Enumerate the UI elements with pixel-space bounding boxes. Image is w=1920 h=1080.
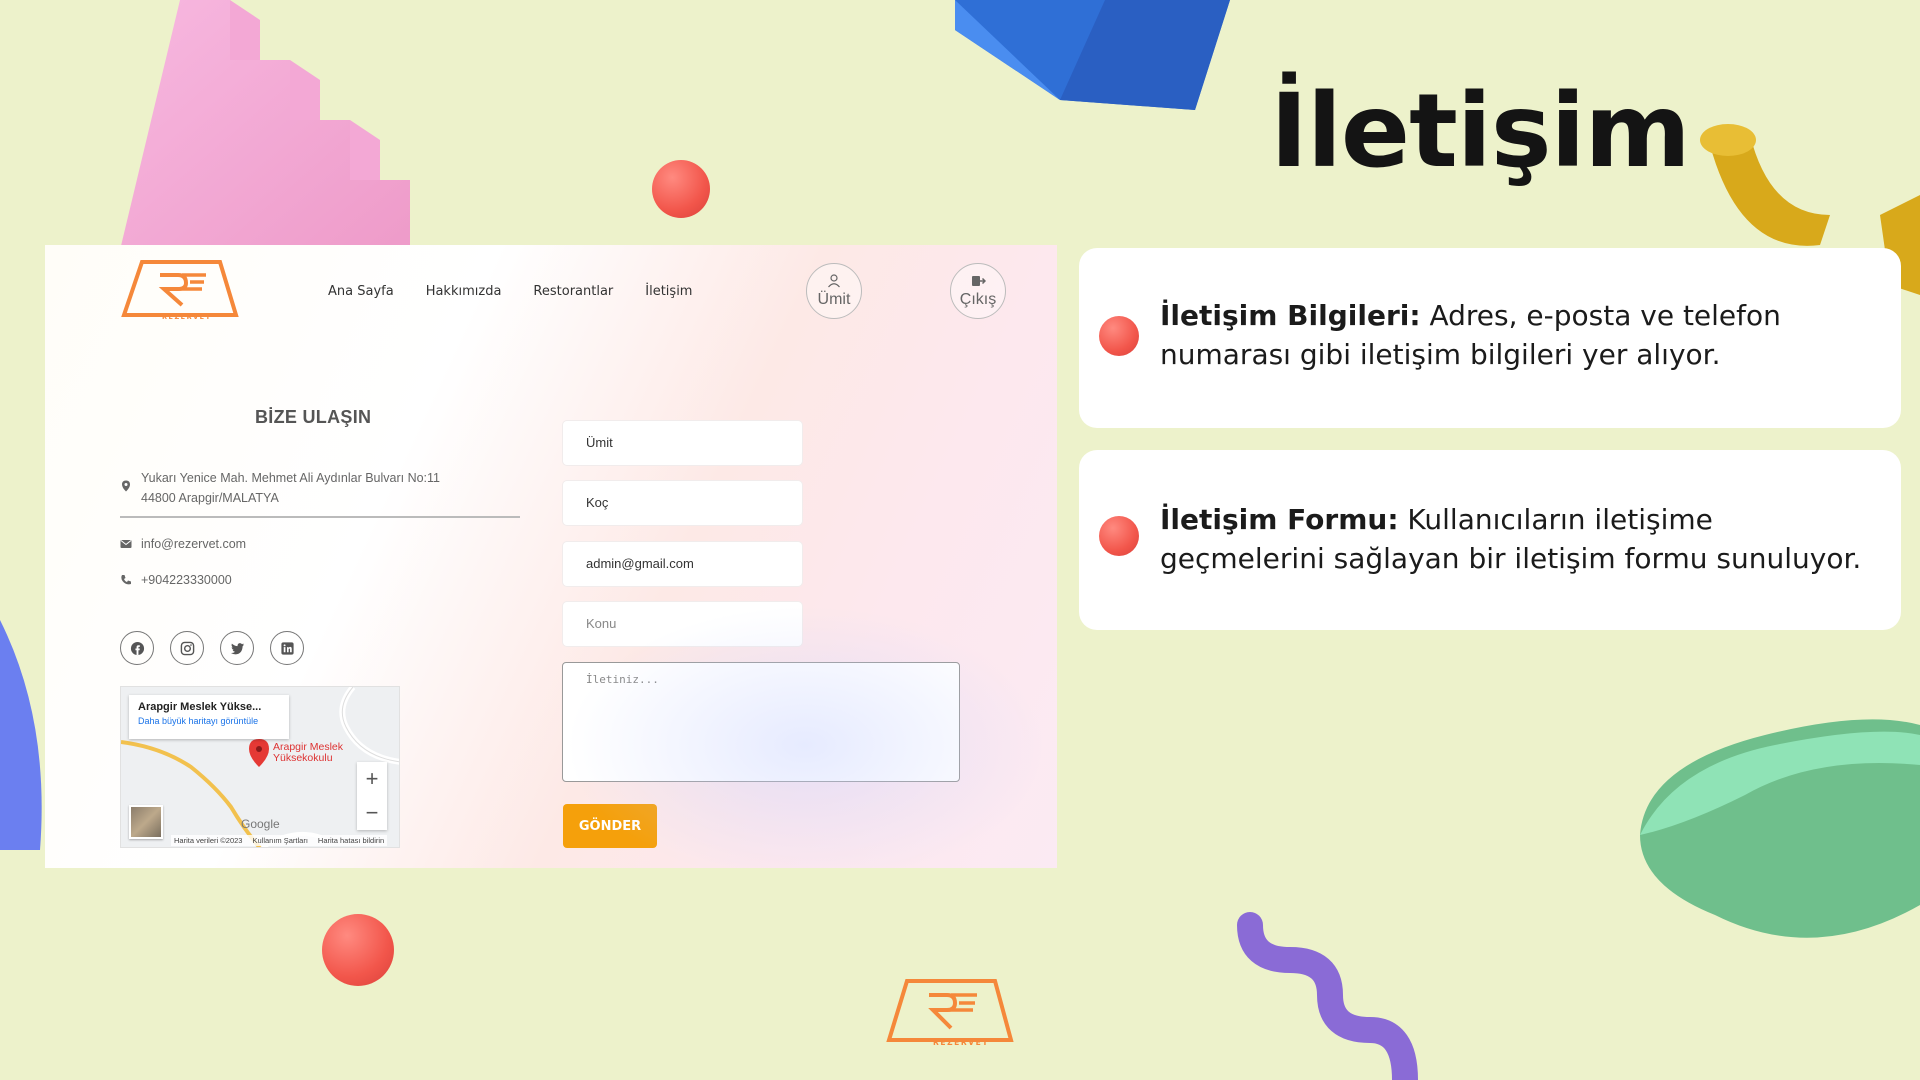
social-links: [120, 631, 304, 665]
map-footer: Harita verileri ©2023 Kullanım Şartları …: [171, 835, 388, 846]
purple-squiggle-decoration: [1237, 912, 1418, 1080]
map-larger-link[interactable]: Daha büyük haritayı görüntüle: [138, 716, 280, 726]
address-row: Yukarı Yenice Mah. Mehmet Ali Aydınlar B…: [120, 468, 520, 518]
map-report-link[interactable]: Harita hatası bildirin: [318, 836, 384, 845]
map-zoom-controls: + −: [357, 762, 387, 830]
svg-text:REZERVET: REZERVET: [933, 1038, 989, 1047]
card-heading: İletişim Formu:: [1160, 503, 1399, 536]
map-terms-link[interactable]: Kullanım Şartları: [252, 836, 307, 845]
bullet-dot: [1099, 516, 1139, 556]
nav-about[interactable]: Hakkımızda: [426, 284, 502, 299]
facebook-icon: [130, 641, 144, 655]
user-button-label: Ümit: [817, 291, 851, 308]
page-title: İletişim: [1270, 72, 1691, 191]
instagram-icon: [180, 641, 194, 655]
twitter-icon: [230, 642, 244, 654]
embedded-map[interactable]: Arapgir Meslek Yükse... Daha büyük harit…: [120, 686, 400, 848]
nav-restaurants[interactable]: Restorantlar: [533, 284, 613, 299]
card-text: İletişim Formu: Kullanıcıların iletişime…: [1160, 500, 1880, 578]
map-place-card: Arapgir Meslek Yükse... Daha büyük harit…: [129, 695, 289, 739]
red-ball-decoration: [322, 914, 394, 986]
map-place-title: Arapgir Meslek Yükse...: [138, 701, 262, 713]
green-bowl-decoration: [1640, 719, 1920, 938]
subject-input[interactable]: [563, 602, 802, 646]
map-pin-icon: [249, 739, 269, 767]
zoom-in-button[interactable]: +: [357, 762, 387, 796]
svg-text:REZERVET: REZERVET: [162, 313, 212, 321]
twitter-link[interactable]: [220, 631, 254, 665]
contact-email[interactable]: info@rezervet.com: [141, 534, 246, 554]
satellite-toggle[interactable]: [129, 805, 163, 839]
footer-rezervet-logo: REZERVET: [886, 979, 1014, 1047]
address-line-2: 44800 Arapgir/MALATYA: [141, 491, 279, 505]
website-screenshot: REZERVET Ana Sayfa Hakkımızda Restorantl…: [45, 245, 1057, 868]
last-name-input[interactable]: [563, 481, 802, 525]
mail-icon: [120, 540, 132, 548]
info-card-contact-details: İletişim Bilgileri: Adres, e-posta ve te…: [1079, 248, 1901, 428]
email-row: info@rezervet.com: [120, 534, 246, 554]
bullet-dot: [1099, 316, 1139, 356]
first-name-input[interactable]: [563, 421, 802, 465]
exit-button-label: Çıkış: [959, 291, 997, 308]
blue-cube-decoration: [955, 0, 1230, 110]
location-pin-icon: [122, 480, 130, 492]
nav-home[interactable]: Ana Sayfa: [328, 284, 394, 299]
card-text: İletişim Bilgileri: Adres, e-posta ve te…: [1160, 296, 1880, 374]
zoom-out-button[interactable]: −: [357, 796, 387, 830]
exit-button[interactable]: Çıkış: [950, 263, 1006, 319]
contact-section-title: BİZE ULAŞIN: [255, 407, 372, 427]
google-logo: Google: [241, 817, 280, 831]
send-button[interactable]: GÖNDER: [563, 804, 657, 848]
map-pin-label: Arapgir Meslek Yüksekokulu: [273, 741, 344, 764]
address-line-1: Yukarı Yenice Mah. Mehmet Ali Aydınlar B…: [141, 471, 441, 485]
red-ball-decoration: [652, 160, 710, 218]
card-heading: İletişim Bilgileri:: [1160, 299, 1421, 332]
logout-icon: [972, 276, 986, 286]
instagram-link[interactable]: [170, 631, 204, 665]
contact-phone[interactable]: +904223330000: [141, 570, 232, 590]
phone-row: +904223330000: [120, 570, 232, 590]
blue-shape-decoration: [0, 620, 42, 850]
user-button[interactable]: Ümit: [806, 263, 862, 319]
linkedin-icon: [280, 641, 294, 655]
user-icon: [828, 274, 840, 288]
info-card-contact-form: İletişim Formu: Kullanıcıların iletişime…: [1079, 450, 1901, 630]
email-input[interactable]: [563, 542, 802, 586]
linkedin-link[interactable]: [270, 631, 304, 665]
map-data-credit: Harita verileri ©2023: [174, 836, 243, 845]
nav-contact[interactable]: İletişim: [645, 284, 692, 299]
rezervet-logo[interactable]: REZERVET: [120, 259, 240, 321]
message-textarea[interactable]: [562, 662, 960, 782]
facebook-link[interactable]: [120, 631, 154, 665]
main-nav: Ana Sayfa Hakkımızda Restorantlar İletiş…: [328, 284, 692, 299]
phone-icon: [121, 575, 131, 585]
pink-stairs-decoration: [120, 0, 410, 250]
